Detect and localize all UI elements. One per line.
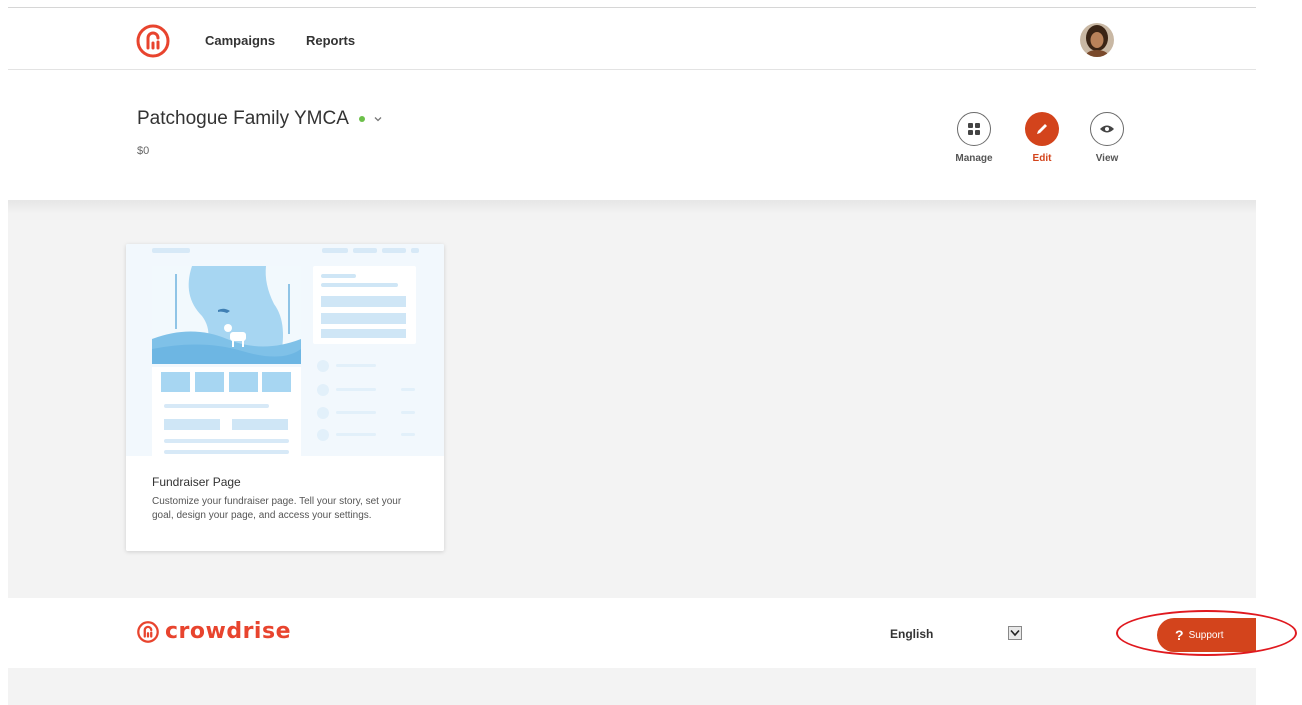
brand-wordmark: crowdrise (165, 619, 291, 644)
crowdrise-brand-icon (137, 620, 159, 643)
campaign-title-row: Patchogue Family YMCA (137, 108, 383, 130)
edit-button[interactable]: Edit (1017, 112, 1067, 164)
footer: crowdrise English ? Support (8, 598, 1256, 668)
view-button[interactable]: View (1082, 112, 1132, 164)
user-avatar[interactable] (1080, 23, 1114, 57)
footer-brand[interactable]: crowdrise (137, 619, 291, 644)
pencil-icon (1037, 124, 1047, 134)
nav-campaigns[interactable]: Campaigns (205, 33, 275, 48)
content-shadow (8, 200, 1256, 214)
view-circle (1090, 112, 1124, 146)
manage-button[interactable]: Manage (949, 112, 999, 164)
page: Campaigns Reports Patchogue Family YMCA … (0, 0, 1302, 705)
card-title: Fundraiser Page (152, 475, 241, 489)
manage-circle (957, 112, 991, 146)
help-icon: ? (1175, 627, 1184, 643)
fundraiser-page-preview (126, 244, 444, 456)
card-description: Customize your fundraiser page. Tell you… (152, 496, 402, 521)
top-header: Campaigns Reports (8, 8, 1256, 70)
bottom-area (8, 668, 1256, 705)
nav-reports[interactable]: Reports (306, 33, 355, 48)
crowdrise-logo-icon[interactable] (136, 24, 170, 58)
grid-icon (968, 123, 980, 135)
chevron-down-icon (1010, 629, 1020, 637)
language-select-value[interactable]: English (890, 627, 933, 641)
edit-circle (1025, 112, 1059, 146)
support-button[interactable]: ? Support (1157, 618, 1256, 652)
edit-label: Edit (1032, 153, 1052, 164)
card-body: Fundraiser Page Customize your fundraise… (126, 456, 444, 551)
page-preview-illustration-icon (126, 244, 444, 456)
support-label: Support (1188, 629, 1224, 641)
view-label: View (1095, 153, 1119, 164)
campaign-amount: $0 (137, 145, 150, 157)
language-dropdown-toggle[interactable] (1008, 626, 1022, 640)
fundraiser-page-card[interactable]: Fundraiser Page Customize your fundraise… (126, 244, 444, 551)
status-active-icon (358, 116, 365, 122)
campaign-title: Patchogue Family YMCA (137, 108, 349, 129)
eye-icon (1100, 125, 1114, 133)
manage-label: Manage (955, 153, 993, 164)
chevron-down-icon[interactable] (373, 114, 383, 124)
avatar-photo-icon (1080, 23, 1114, 57)
